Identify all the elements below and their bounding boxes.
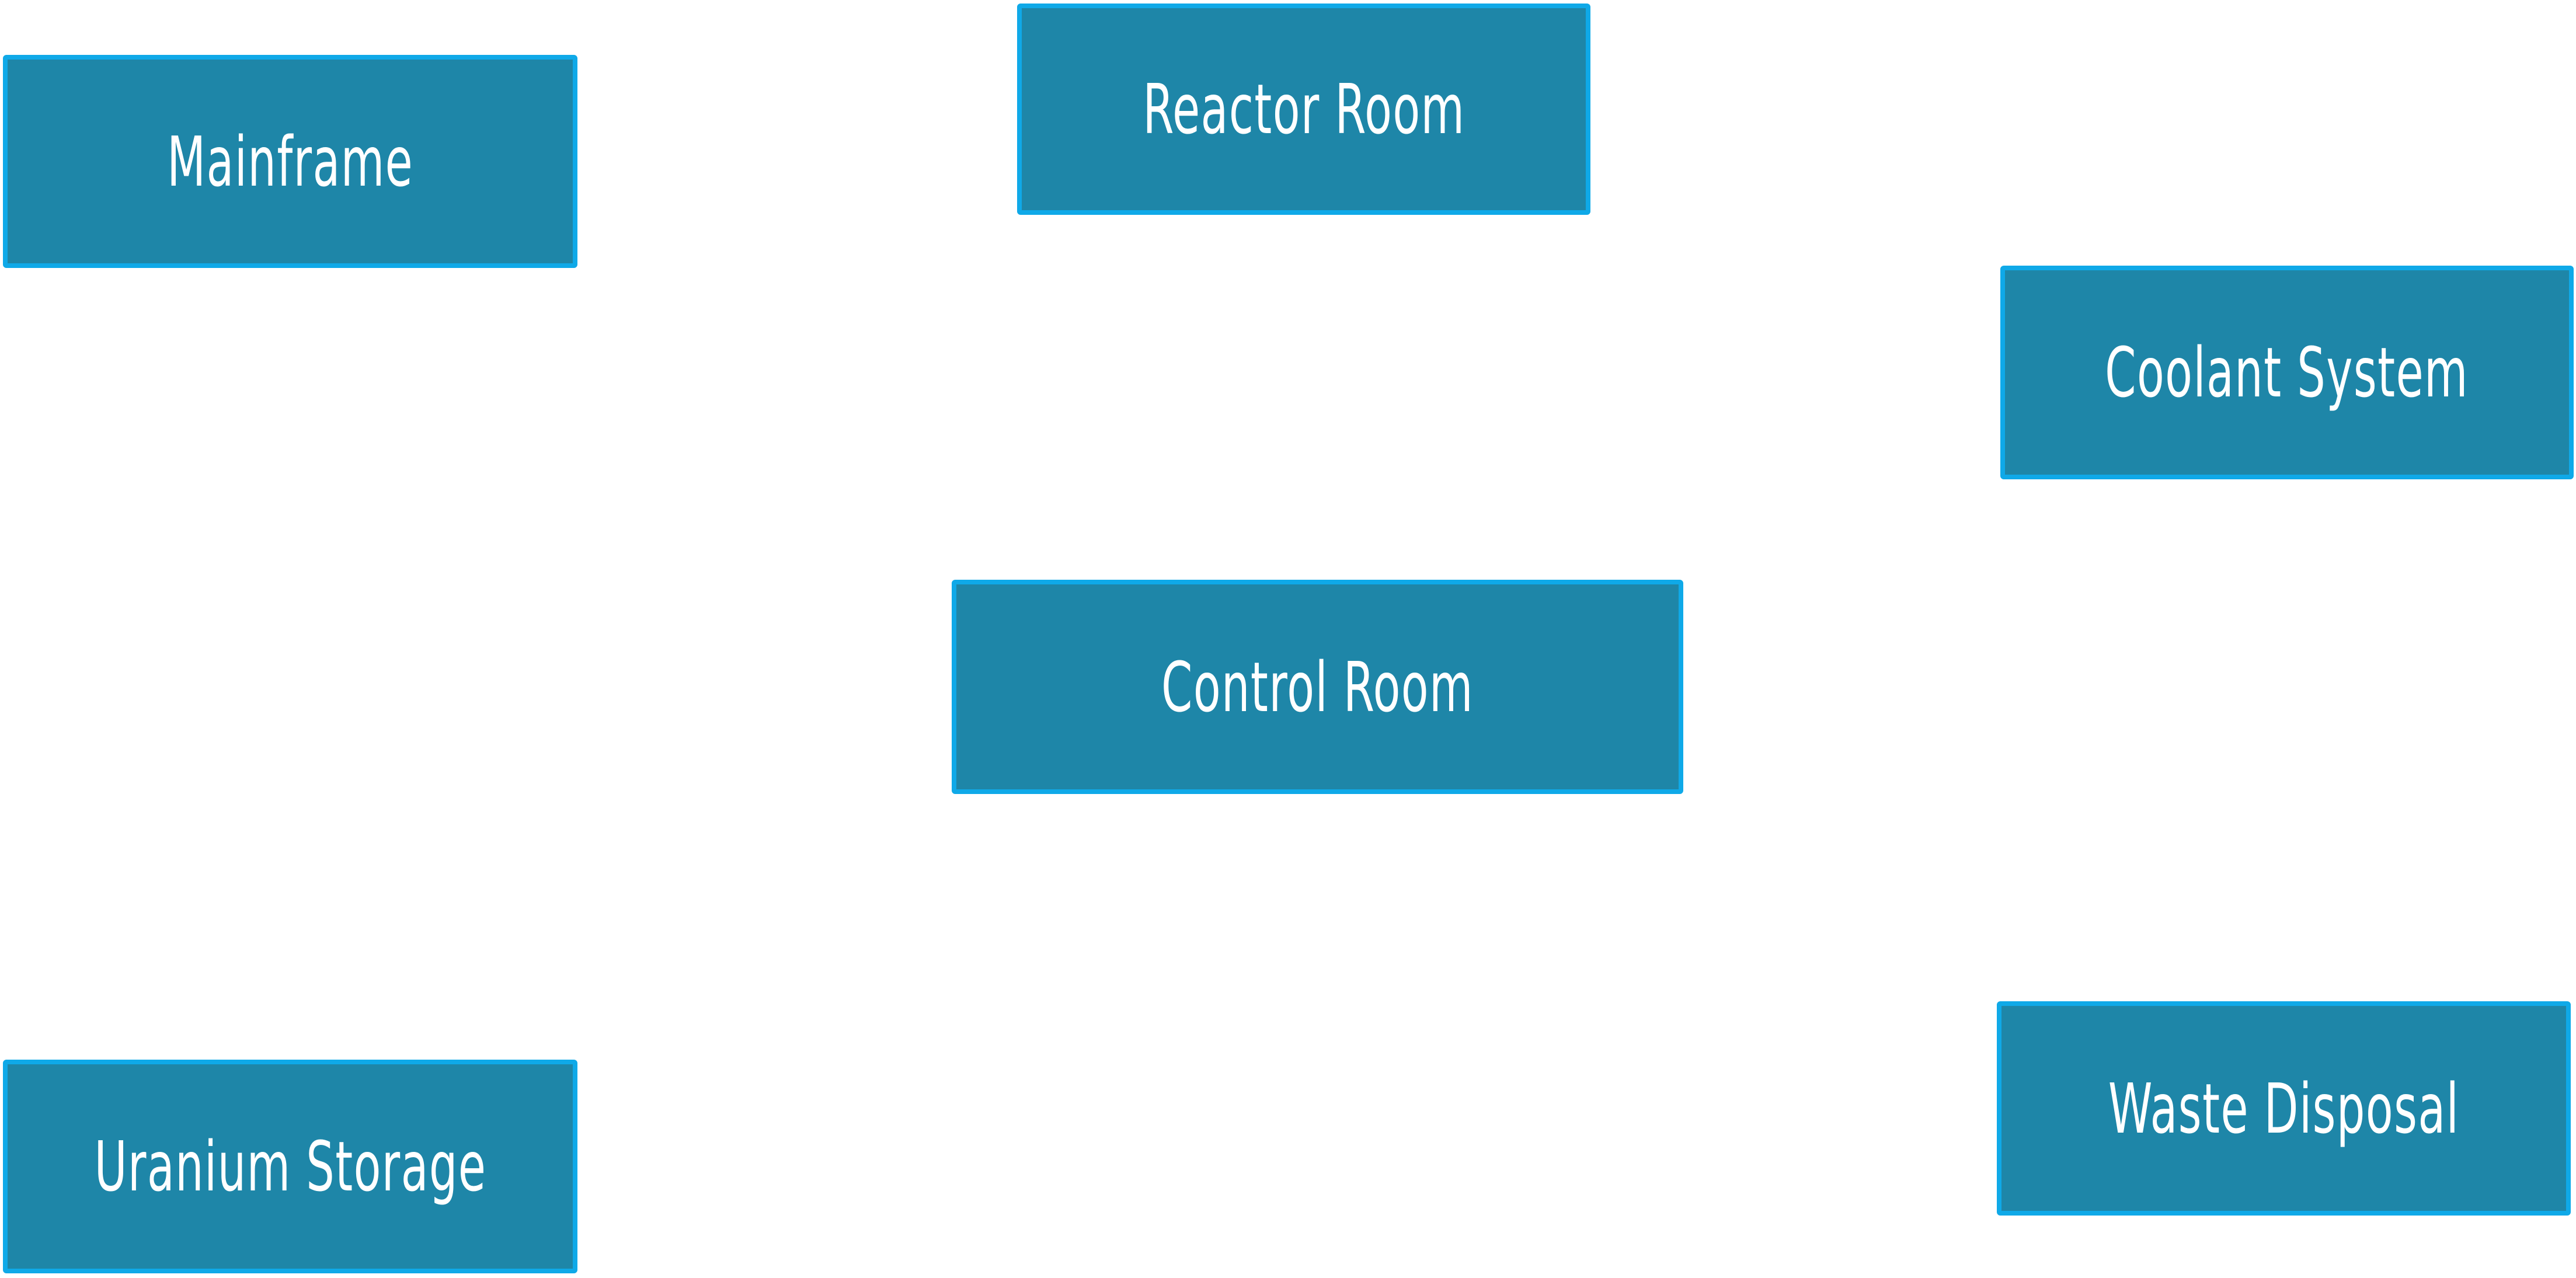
node-mainframe[interactable]: Mainframe bbox=[3, 55, 577, 268]
node-label: Mainframe bbox=[166, 121, 414, 202]
node-waste-disposal[interactable]: Waste Disposal bbox=[1997, 1001, 2571, 1216]
node-label: Coolant System bbox=[2105, 332, 2469, 413]
node-control-room[interactable]: Control Room bbox=[952, 580, 1683, 794]
node-label: Reactor Room bbox=[1142, 69, 1465, 149]
node-reactor-room[interactable]: Reactor Room bbox=[1017, 4, 1590, 215]
node-coolant-system[interactable]: Coolant System bbox=[2000, 266, 2574, 479]
node-label: Control Room bbox=[1161, 646, 1474, 727]
node-label: Waste Disposal bbox=[2108, 1068, 2460, 1149]
node-label: Uranium Storage bbox=[94, 1126, 486, 1207]
node-uranium-storage[interactable]: Uranium Storage bbox=[3, 1060, 577, 1273]
